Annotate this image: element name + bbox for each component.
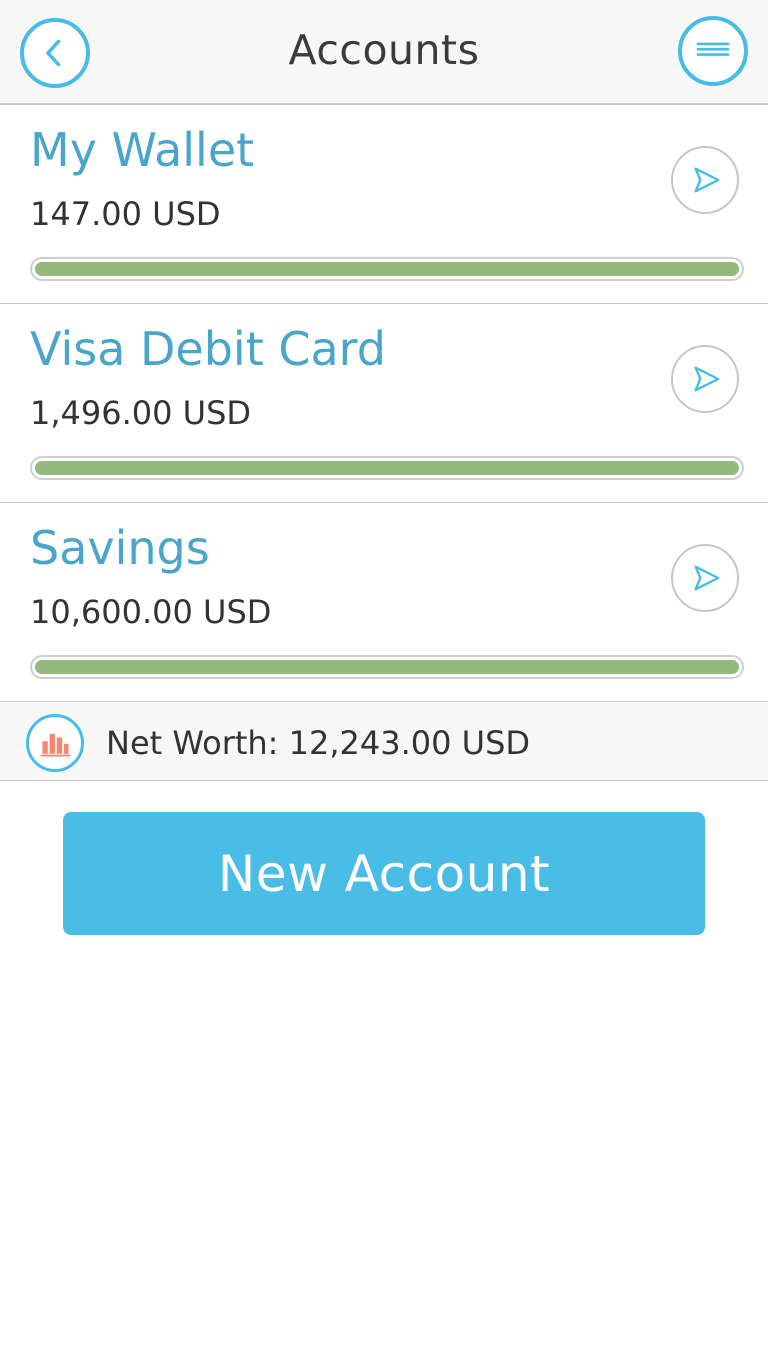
net-worth-bar[interactable]: Net Worth: 12,243.00 USD xyxy=(0,703,768,781)
account-name: Savings xyxy=(30,521,210,575)
open-account-button[interactable] xyxy=(671,146,739,214)
page-title: Accounts xyxy=(288,26,480,74)
account-row[interactable]: My Wallet 147.00 USD xyxy=(0,105,768,304)
arrow-right-icon xyxy=(694,565,720,591)
account-row[interactable]: Savings 10,600.00 USD xyxy=(0,503,768,702)
new-account-button[interactable]: New Account xyxy=(63,812,705,935)
menu-button[interactable] xyxy=(678,16,748,86)
account-progress-fill xyxy=(35,660,739,674)
account-name: Visa Debit Card xyxy=(30,322,386,376)
account-name: My Wallet xyxy=(30,123,255,177)
arrow-right-icon xyxy=(694,167,720,193)
top-bar: Accounts xyxy=(0,0,768,105)
net-worth-chart-button[interactable] xyxy=(26,714,84,772)
account-progress-bar xyxy=(30,456,744,480)
account-progress-bar xyxy=(30,257,744,281)
menu-icon xyxy=(696,42,730,56)
account-progress-fill xyxy=(35,262,739,276)
account-progress-bar xyxy=(30,655,744,679)
bar-chart-icon xyxy=(40,734,71,757)
arrow-right-icon xyxy=(694,366,720,392)
account-balance: 10,600.00 USD xyxy=(30,593,272,631)
net-worth-text: Net Worth: 12,243.00 USD xyxy=(106,724,531,762)
account-progress-fill xyxy=(35,461,739,475)
open-account-button[interactable] xyxy=(671,544,739,612)
account-balance: 147.00 USD xyxy=(30,195,221,233)
open-account-button[interactable] xyxy=(671,345,739,413)
account-row[interactable]: Visa Debit Card 1,496.00 USD xyxy=(0,304,768,503)
account-balance: 1,496.00 USD xyxy=(30,394,252,432)
